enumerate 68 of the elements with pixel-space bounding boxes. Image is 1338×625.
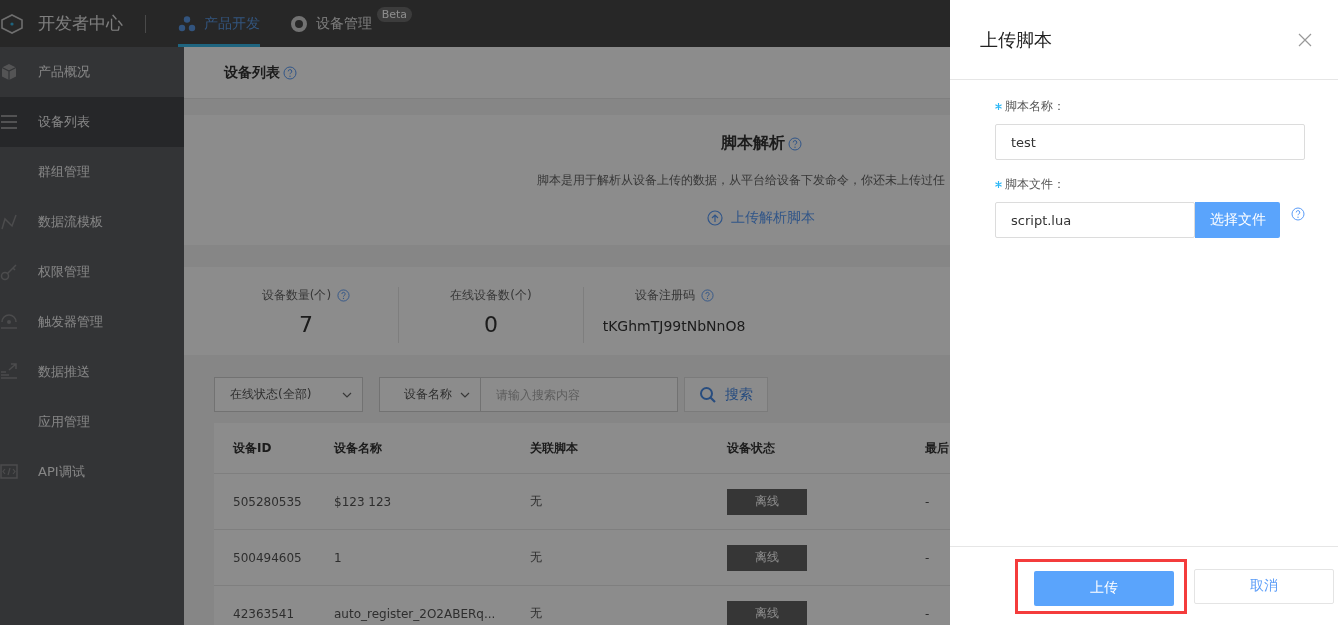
page-title: 设备列表 (224, 63, 280, 82)
section-description: 脚本是用于解析从设备上传的数据，从平台给设备下发命令，你还未上传过任 (536, 172, 946, 189)
close-icon[interactable] (1298, 32, 1312, 47)
field-label: 脚本名称： (1005, 98, 1065, 115)
upload-button[interactable]: 上传 (1034, 570, 1174, 606)
beta-badge: Beta (376, 7, 412, 22)
table-cell-text: auto_register_2O2ABERq... (334, 606, 497, 621)
sidebar-item[interactable]: 权限管理 (0, 247, 184, 297)
upload-icon (707, 210, 723, 226)
column-header: 设备ID (231, 439, 273, 457)
help-icon[interactable] (1291, 207, 1305, 221)
stat-value: 7 (299, 312, 313, 337)
status-tag: 离线 (727, 600, 807, 625)
stat-label: 设备注册码 (634, 287, 695, 304)
column-header: 设备名称 (334, 439, 383, 457)
upload-link[interactable]: 上传解析脚本 (707, 209, 815, 227)
code-block-icon (0, 463, 18, 481)
table-cell-text: - (925, 606, 931, 621)
menu-icon (0, 113, 18, 131)
key-icon (0, 263, 18, 281)
trigger-icon (0, 313, 18, 331)
app-title: 开发者中心 (38, 12, 123, 35)
search-icon (699, 385, 717, 404)
status-select[interactable]: 在线状态(全部) (214, 377, 363, 412)
nodes-icon (178, 14, 196, 33)
help-icon[interactable] (700, 289, 714, 302)
table-cell-text: 1 (334, 550, 343, 565)
column-header: 最后 (925, 439, 950, 457)
choose-file-button[interactable]: 选择文件 (1195, 202, 1280, 238)
sidebar-item[interactable]: 应用管理 (0, 397, 184, 447)
sidebar-item[interactable]: 触发器管理 (0, 297, 184, 347)
status-tag: 离线 (727, 544, 807, 571)
column-header: 设备状态 (727, 439, 776, 457)
table-cell-text: 无 (530, 605, 543, 622)
line-graph-icon (0, 213, 18, 231)
column-header: 关联脚本 (530, 439, 579, 457)
sidebar-item[interactable]: 群组管理 (0, 147, 184, 197)
help-icon[interactable] (337, 289, 351, 302)
search-button[interactable]: 搜索 (684, 377, 768, 412)
status-tag: 离线 (727, 488, 807, 515)
table-cell-text: - (925, 494, 931, 509)
table-cell-text: $123 123 (334, 494, 393, 509)
sidebar-item[interactable]: API调试 (0, 447, 184, 497)
stat-label: 在线设备数(个) (450, 287, 532, 304)
sidebar-item[interactable]: 数据流模板 (0, 197, 184, 247)
ring-icon (290, 14, 308, 33)
hexagon-logo-icon (0, 11, 24, 36)
sidebar-item[interactable]: 设备列表 (0, 97, 184, 147)
table-cell-text: 500494605 (232, 550, 303, 565)
table-cell-text: 505280535 (232, 494, 303, 509)
section-title: 脚本解析 (720, 133, 785, 154)
stat-value: 0 (484, 312, 498, 337)
table-cell-text: 无 (530, 549, 543, 566)
help-icon[interactable] (787, 136, 802, 151)
sidebar-item[interactable]: 数据推送 (0, 347, 184, 397)
table-cell-text: 42363541 (232, 606, 296, 621)
table-cell-text: 无 (530, 493, 543, 510)
field-label: 脚本文件： (1005, 176, 1065, 193)
push-icon (0, 363, 18, 381)
table-cell-text: - (925, 550, 931, 565)
stat-value: tKGhmTJ99tNbNnO8 (602, 318, 746, 334)
stat-label: 设备数量(个) (261, 287, 332, 304)
cancel-button[interactable]: 取消 (1194, 568, 1334, 604)
help-icon[interactable] (283, 65, 297, 80)
file-name-field[interactable]: script.lua (995, 202, 1195, 238)
field-select[interactable]: 设备名称 (379, 377, 480, 412)
drawer-title: 上传脚本 (980, 27, 1052, 52)
script-name-field[interactable]: test (995, 124, 1305, 160)
